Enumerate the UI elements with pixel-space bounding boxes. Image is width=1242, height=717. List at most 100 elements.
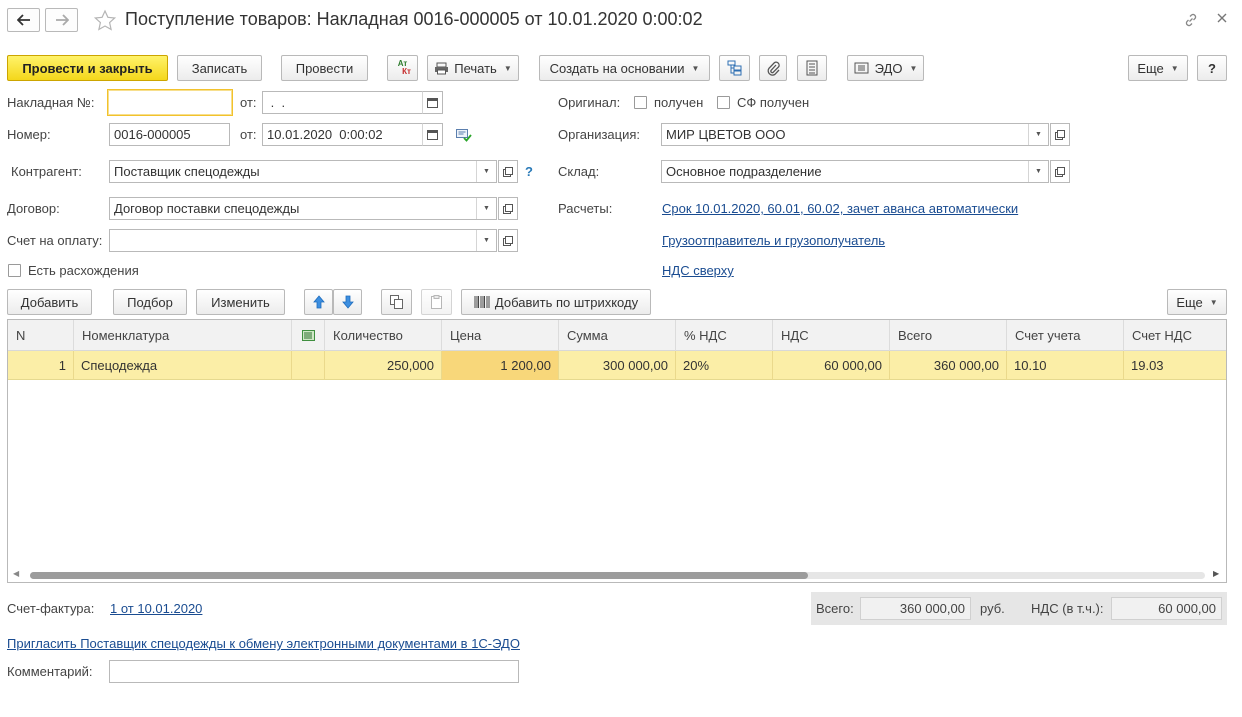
- cell-account[interactable]: 10.10: [1007, 351, 1124, 380]
- invoice-date-input[interactable]: . .: [262, 91, 424, 114]
- comment-input[interactable]: [109, 660, 519, 683]
- back-button[interactable]: [7, 8, 40, 32]
- dt-kt-button[interactable]: Ат Кт: [387, 55, 418, 81]
- scroll-left-icon[interactable]: ◀: [13, 569, 19, 578]
- document-status-icon[interactable]: [456, 129, 472, 145]
- invoice-no-input[interactable]: [107, 89, 233, 116]
- table-change-button[interactable]: Изменить: [196, 289, 285, 315]
- payment-invoice-open-button[interactable]: [498, 229, 518, 252]
- sf-link[interactable]: 1 от 10.01.2020: [110, 601, 202, 616]
- shipper-consignee-link[interactable]: Грузоотправитель и грузополучатель: [662, 233, 885, 248]
- cell-sum[interactable]: 300 000,00: [559, 351, 676, 380]
- paste-icon: [430, 295, 442, 309]
- table-row[interactable]: 1 Спецодежда 250,000 1 200,00 300 000,00…: [8, 351, 1226, 380]
- create-based-on-button[interactable]: Создать на основании ▼: [539, 55, 710, 81]
- link-icon[interactable]: [1183, 12, 1199, 31]
- cell-total[interactable]: 360 000,00: [890, 351, 1007, 380]
- chevron-down-icon[interactable]: ▼: [476, 230, 496, 251]
- payment-invoice-select[interactable]: ▼: [109, 229, 497, 252]
- post-button[interactable]: Провести: [281, 55, 368, 81]
- column-header-vat-account[interactable]: Счет НДС: [1124, 320, 1226, 351]
- comment-label: Комментарий:: [7, 664, 93, 679]
- number-date-input[interactable]: 10.01.2020 0:00:02: [262, 123, 424, 146]
- hierarchy-icon: [727, 60, 741, 76]
- structure-button[interactable]: [719, 55, 750, 81]
- column-header-vat-rate[interactable]: % НДС: [676, 320, 773, 351]
- organization-select[interactable]: МИР ЦВЕТОВ ООО ▼: [661, 123, 1049, 146]
- warehouse-select[interactable]: Основное подразделение ▼: [661, 160, 1049, 183]
- more-button[interactable]: Еще ▼: [1128, 55, 1188, 81]
- column-header-nomenclature[interactable]: Номенклатура: [74, 320, 292, 351]
- warehouse-value: Основное подразделение: [666, 164, 822, 179]
- warehouse-open-button[interactable]: [1050, 160, 1070, 183]
- forward-button[interactable]: [45, 8, 78, 32]
- cell-quantity[interactable]: 250,000: [325, 351, 442, 380]
- column-header-n[interactable]: N: [8, 320, 74, 351]
- table-pick-button[interactable]: Подбор: [113, 289, 187, 315]
- cell-marking[interactable]: [292, 351, 325, 380]
- scrollbar-thumb[interactable]: [30, 572, 808, 579]
- vat-on-top-link[interactable]: НДС сверху: [662, 263, 734, 278]
- column-header-account[interactable]: Счет учета: [1007, 320, 1124, 351]
- column-header-sum[interactable]: Сумма: [559, 320, 676, 351]
- counterparty-help-icon[interactable]: ?: [525, 164, 533, 179]
- original-received-checkbox[interactable]: [634, 96, 647, 109]
- cell-vat[interactable]: 60 000,00: [773, 351, 890, 380]
- help-button[interactable]: ?: [1197, 55, 1227, 81]
- cell-vat-account[interactable]: 19.03: [1124, 351, 1226, 380]
- settlements-link[interactable]: Срок 10.01.2020, 60.01, 60.02, зачет ава…: [662, 201, 1018, 216]
- column-header-vat[interactable]: НДС: [773, 320, 890, 351]
- discrepancy-checkbox[interactable]: [8, 264, 21, 277]
- column-header-quantity[interactable]: Количество: [325, 320, 442, 351]
- counterparty-select[interactable]: Поставщик спецодежды ▼: [109, 160, 497, 183]
- copy-icon: [389, 295, 403, 309]
- counterparty-open-button[interactable]: [498, 160, 518, 183]
- favorite-star-icon[interactable]: [93, 9, 117, 33]
- save-button[interactable]: Записать: [177, 55, 262, 81]
- invite-edo-link[interactable]: Пригласить Поставщик спецодежды к обмену…: [7, 636, 520, 651]
- calendar-button[interactable]: [422, 91, 443, 114]
- number-input[interactable]: 0016-000005: [109, 123, 230, 146]
- vat-total-value: 60 000,00: [1111, 597, 1222, 620]
- paste-row-button[interactable]: [421, 289, 452, 315]
- column-header-price[interactable]: Цена: [442, 320, 559, 351]
- goods-table[interactable]: N Номенклатура Количество Цена Сумма % Н…: [7, 319, 1227, 583]
- post-and-close-button[interactable]: Провести и закрыть: [7, 55, 168, 81]
- invoice-date-from-label: от:: [240, 95, 257, 110]
- contract-open-button[interactable]: [498, 197, 518, 220]
- chevron-down-icon[interactable]: ▼: [1028, 161, 1048, 182]
- open-form-icon: [503, 166, 513, 177]
- cell-price[interactable]: 1 200,00: [442, 351, 559, 380]
- copy-row-button[interactable]: [381, 289, 412, 315]
- column-header-marking[interactable]: [292, 320, 325, 351]
- table-add-button[interactable]: Добавить: [7, 289, 92, 315]
- table-more-button[interactable]: Еще ▼: [1167, 289, 1227, 315]
- sf-received-checkbox[interactable]: [717, 96, 730, 109]
- chevron-down-icon: ▼: [1209, 297, 1218, 307]
- column-header-total[interactable]: Всего: [890, 320, 1007, 351]
- report-button[interactable]: [797, 55, 827, 81]
- cell-vat-rate[interactable]: 20%: [676, 351, 773, 380]
- discrepancy-label: Есть расхождения: [28, 263, 139, 278]
- scroll-right-icon[interactable]: ▶: [1213, 569, 1219, 578]
- calendar-button[interactable]: [422, 123, 443, 146]
- contract-select[interactable]: Договор поставки спецодежды ▼: [109, 197, 497, 220]
- barcode-icon: [474, 296, 490, 308]
- close-icon[interactable]: [1216, 12, 1228, 27]
- move-down-button[interactable]: [333, 289, 362, 315]
- attach-button[interactable]: [759, 55, 787, 81]
- chevron-down-icon: ▼: [503, 63, 512, 73]
- move-up-button[interactable]: [304, 289, 333, 315]
- edo-button[interactable]: ЭДО ▼: [847, 55, 924, 81]
- chevron-down-icon[interactable]: ▼: [476, 198, 496, 219]
- chevron-down-icon[interactable]: ▼: [476, 161, 496, 182]
- chevron-down-icon[interactable]: ▼: [1028, 124, 1048, 145]
- number-date-from-label: от:: [240, 127, 257, 142]
- print-button[interactable]: Печать ▼: [427, 55, 519, 81]
- cell-nomenclature[interactable]: Спецодежда: [74, 351, 292, 380]
- horizontal-scrollbar[interactable]: ◀ ▶: [8, 568, 1226, 582]
- add-by-barcode-button[interactable]: Добавить по штрихкоду: [461, 289, 651, 315]
- chevron-down-icon: ▼: [909, 63, 918, 73]
- organization-open-button[interactable]: [1050, 123, 1070, 146]
- cell-n[interactable]: 1: [8, 351, 74, 380]
